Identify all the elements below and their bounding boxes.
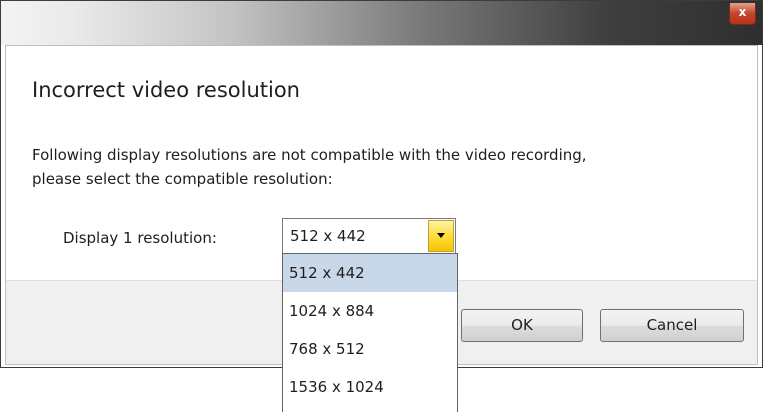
dialog-message: Following display resolutions are not co…	[32, 143, 587, 191]
chevron-down-icon[interactable]	[428, 220, 454, 252]
title-bar[interactable]: x	[1, 1, 762, 45]
resolution-select[interactable]: 512 x 442	[282, 218, 456, 254]
message-line: please select the compatible resolution:	[32, 170, 333, 188]
dialog-title: Incorrect video resolution	[32, 78, 300, 102]
resolution-select-value: 512 x 442	[290, 227, 366, 245]
cancel-button[interactable]: Cancel	[600, 309, 744, 342]
resolution-option[interactable]: 512 x 442	[283, 254, 457, 292]
resolution-option[interactable]: 1024 x 884	[283, 292, 457, 330]
resolution-dropdown-list: 512 x 442 1024 x 884 768 x 512 1536 x 10…	[282, 253, 458, 412]
resolution-option[interactable]: 768 x 512	[283, 330, 457, 368]
ok-button[interactable]: OK	[461, 309, 583, 342]
close-button[interactable]: x	[729, 3, 756, 25]
close-icon: x	[738, 5, 747, 19]
message-line: Following display resolutions are not co…	[32, 146, 587, 164]
resolution-label: Display 1 resolution:	[63, 229, 217, 247]
resolution-option[interactable]: 1536 x 1024	[283, 368, 457, 406]
